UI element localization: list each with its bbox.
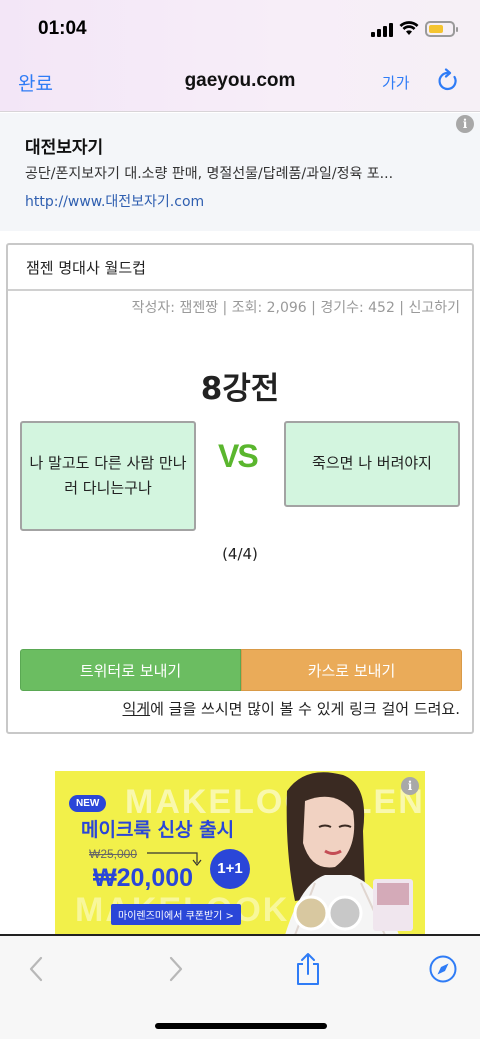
card-header: 잼젠 명대사 월드컵 [8,245,472,291]
note-text: 에 글을 쓰시면 많이 볼 수 있게 링크 걸어 드려요. [150,700,460,718]
top-ad[interactable]: 대전보자기 공단/폰지보자기 대.소량 판매, 명절선물/답례품/과일/정육 포… [0,113,480,231]
banner-price: ₩20,000 [93,864,194,892]
battery-icon [425,21,458,37]
model-image [285,772,413,935]
info-icon[interactable]: i [456,115,474,133]
status-bar: 01:04 [0,0,480,60]
signal-icon [371,23,393,37]
share-icon[interactable] [293,952,323,986]
round-title: 8강전 [200,371,280,407]
banner-ad[interactable]: MAKELOOK LENSES MAKELOOK NEW 메이크룩 신상 출시 … [55,771,425,935]
browser-nav-bar: 완료 gaeyou.com 가가 [0,60,480,112]
share-kakao-button[interactable]: 카스로 보내기 [241,649,462,691]
forward-icon[interactable] [160,954,190,984]
ad-link[interactable]: http://www.대전보자기.com [25,191,204,211]
left-choice-button[interactable]: 나 말고도 다른 사람 만나러 다니는구나 [20,421,196,531]
status-time: 01:04 [38,18,87,39]
match-progress: (4/4) [222,545,258,563]
share-note: 익게에 글을 쓰시면 많이 볼 수 있게 링크 걸어 드려요. [123,698,461,719]
note-link[interactable]: 익게 [123,700,151,718]
info-icon[interactable]: i [401,777,419,795]
text-size-button[interactable]: 가가 [382,72,410,93]
share-twitter-button[interactable]: 트위터로 보내기 [20,649,241,691]
post-meta: 작성자: 잼젠짱 | 조회: 2,096 | 경기수: 452 | 신고하기 [131,300,460,316]
coupon-button[interactable]: 마이렌즈미에서 쿠폰받기 > [111,904,241,925]
promo-badge: 1+1 [210,849,250,889]
right-choice-button[interactable]: 죽으면 나 버려야지 [284,421,460,507]
vs-label: VS [218,438,259,474]
ad-description: 공단/폰지보자기 대.소량 판매, 명절선물/답례품/과일/정육 포... [25,166,394,182]
reload-icon[interactable] [436,68,460,94]
home-indicator[interactable] [155,1023,327,1029]
share-row: 트위터로 보내기 카스로 보내기 [20,649,462,691]
new-badge: NEW [69,795,107,812]
banner-headline: 메이크룩 신상 출시 [81,819,235,841]
worldcup-card: 잼젠 명대사 월드컵 작성자: 잼젠짱 | 조회: 2,096 | 경기수: 4… [6,243,474,734]
wifi-icon [399,21,419,35]
banner-old-price: ₩25,000 [89,847,138,861]
back-icon[interactable] [22,954,52,984]
ad-title[interactable]: 대전보자기 [25,133,103,158]
compass-icon[interactable] [428,954,458,984]
